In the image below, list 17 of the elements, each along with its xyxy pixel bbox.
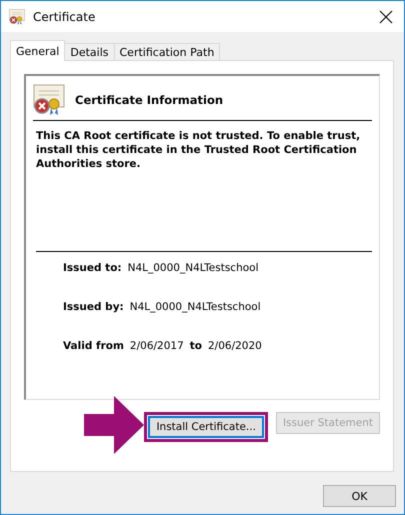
trust-message: This CA Root certificate is not trusted. To enable trust, install this certificate in the Trusted Root Certification Authorities store.: [36, 129, 372, 252]
certificate-icon: [9, 8, 25, 24]
info-heading: Certificate Information: [75, 93, 224, 107]
date-joiner: to: [190, 340, 202, 352]
field-value: N4L_0000_N4LTestschool: [130, 301, 261, 313]
field-label: Valid from: [63, 340, 124, 352]
field-value: N4L_0000_N4LTestschool: [128, 262, 258, 274]
tab[interactable]: General: [10, 40, 66, 61]
tab[interactable]: Certification Path: [114, 43, 220, 61]
window-title: Certificate: [33, 10, 96, 24]
field-value: 2/06/2020: [208, 340, 262, 352]
ok-button[interactable]: OK: [323, 485, 396, 507]
install-certificate-button[interactable]: Install Certificate...: [148, 416, 264, 438]
field-label: Issued by:: [63, 301, 124, 313]
certificate-icon: [33, 84, 65, 116]
field-label: Issued to:: [63, 262, 122, 274]
field-value: 2/06/2017: [130, 340, 184, 352]
